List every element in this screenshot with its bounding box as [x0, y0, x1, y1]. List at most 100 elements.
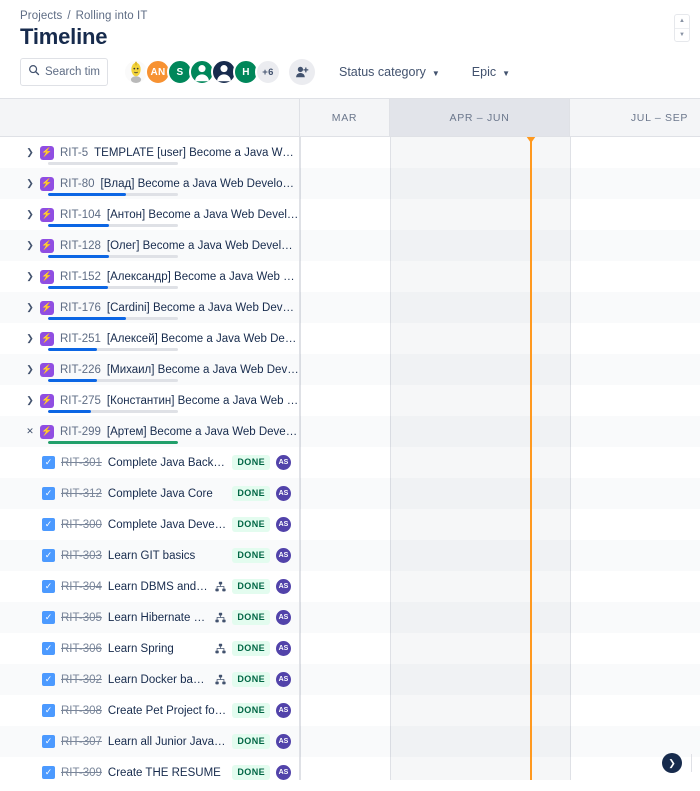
- assignee-avatar[interactable]: AS: [276, 765, 291, 780]
- expand-chevron-icon[interactable]: ❯: [24, 333, 36, 345]
- status-badge[interactable]: DONE: [232, 610, 270, 625]
- task-row-RIT-312[interactable]: ✓ RIT-312 Complete Java Core DONE AS: [0, 478, 300, 509]
- breadcrumb-project[interactable]: Rolling into IT: [76, 10, 148, 22]
- timeline-row-epic[interactable]: ❯ ⚡ RIT-251 [Алексей] Become a Java Web …: [0, 323, 700, 354]
- status-badge[interactable]: DONE: [232, 672, 270, 687]
- task-checkbox-checked-icon[interactable]: ✓: [42, 456, 55, 469]
- timeline-row-task[interactable]: ✓ RIT-306 Learn Spring DONE AS: [0, 633, 700, 664]
- task-key[interactable]: RIT-306: [61, 643, 102, 655]
- assignee-avatar[interactable]: AS: [276, 703, 291, 718]
- status-badge[interactable]: DONE: [232, 641, 270, 656]
- task-checkbox-checked-icon[interactable]: ✓: [42, 611, 55, 624]
- scroll-stepper[interactable]: ▲ ▼: [674, 14, 690, 42]
- search-input[interactable]: [45, 66, 100, 78]
- assignee-avatar[interactable]: AS: [276, 548, 291, 563]
- task-checkbox-checked-icon[interactable]: ✓: [42, 518, 55, 531]
- expand-chevron-icon[interactable]: ❯: [24, 147, 36, 159]
- epic-row-RIT-128[interactable]: ❯ ⚡ RIT-128 [Олег] Become a Java Web Dev…: [0, 230, 300, 261]
- epic-row-RIT-226[interactable]: ❯ ⚡ RIT-226 [Михаил] Become a Java Web D…: [0, 354, 300, 385]
- timeline-row-epic[interactable]: ❯ ⚡ RIT-5 TEMPLATE [user] Become a Java …: [0, 137, 700, 168]
- task-row-RIT-302[interactable]: ✓ RIT-302 Learn Docker basics DONE AS: [0, 664, 300, 695]
- status-badge[interactable]: DONE: [232, 703, 270, 718]
- expand-chevron-icon[interactable]: ❯: [24, 240, 36, 252]
- timeline-row-task[interactable]: ✓ RIT-308 Create Pet Project for presen...…: [0, 695, 700, 726]
- timeline-row-task[interactable]: ✓ RIT-304 Learn DBMS and SQL DONE AS: [0, 571, 700, 602]
- status-badge[interactable]: DONE: [232, 517, 270, 532]
- task-checkbox-checked-icon[interactable]: ✓: [42, 549, 55, 562]
- task-key[interactable]: RIT-303: [61, 550, 102, 562]
- task-row-RIT-300[interactable]: ✓ RIT-300 Complete Java Developer DONE AS: [0, 509, 300, 540]
- epic-row-RIT-176[interactable]: ❯ ⚡ RIT-176 [Cardini] Become a Java Web …: [0, 292, 300, 323]
- assignee-avatar[interactable]: AS: [276, 455, 291, 470]
- task-key[interactable]: RIT-307: [61, 736, 102, 748]
- task-checkbox-checked-icon[interactable]: ✓: [42, 487, 55, 500]
- expand-chevron-icon[interactable]: ❯: [24, 271, 36, 283]
- expand-chevron-icon[interactable]: ❯: [24, 395, 36, 407]
- status-badge[interactable]: DONE: [232, 486, 270, 501]
- timeline-row-epic[interactable]: ❯ ⚡ RIT-128 [Олег] Become a Java Web Dev…: [0, 230, 700, 261]
- epic-row-RIT-275[interactable]: ❯ ⚡ RIT-275 [Константин] Become a Java W…: [0, 385, 300, 416]
- epic-row-RIT-104[interactable]: ❯ ⚡ RIT-104 [Антон] Become a Java Web De…: [0, 199, 300, 230]
- epic-row-RIT-299[interactable]: ✕ ⚡ RIT-299 [Артем] Become a Java Web De…: [0, 416, 300, 447]
- task-row-RIT-301[interactable]: ✓ RIT-301 Complete Java Backend Dev... DONE…: [0, 447, 300, 478]
- epic-row-RIT-5[interactable]: ❯ ⚡ RIT-5 TEMPLATE [user] Become a Java …: [0, 137, 300, 168]
- task-checkbox-checked-icon[interactable]: ✓: [42, 580, 55, 593]
- timeline-row-epic[interactable]: ❯ ⚡ RIT-226 [Михаил] Become a Java Web D…: [0, 354, 700, 385]
- status-badge[interactable]: DONE: [232, 579, 270, 594]
- task-row-RIT-309[interactable]: ✓ RIT-309 Create THE RESUME DONE AS: [0, 757, 300, 780]
- task-row-RIT-304[interactable]: ✓ RIT-304 Learn DBMS and SQL DONE AS: [0, 571, 300, 602]
- task-checkbox-checked-icon[interactable]: ✓: [42, 704, 55, 717]
- task-row-RIT-303[interactable]: ✓ RIT-303 Learn GIT basics DONE AS: [0, 540, 300, 571]
- task-key[interactable]: RIT-304: [61, 581, 102, 593]
- task-row-RIT-307[interactable]: ✓ RIT-307 Learn all Junior Java Develop...…: [0, 726, 300, 757]
- task-key[interactable]: RIT-302: [61, 674, 102, 686]
- timeline-row-epic[interactable]: ✕ ⚡ RIT-299 [Артем] Become a Java Web De…: [0, 416, 700, 447]
- timeline-row-epic[interactable]: ❯ ⚡ RIT-152 [Александр] Become a Java We…: [0, 261, 700, 292]
- search-box[interactable]: [20, 58, 108, 86]
- expand-chevron-icon[interactable]: ❯: [24, 209, 36, 221]
- timeline-body[interactable]: ❯ ⚡ RIT-5 TEMPLATE [user] Become a Java …: [0, 137, 700, 780]
- stepper-down-icon[interactable]: ▼: [675, 27, 689, 42]
- epic-row-RIT-80[interactable]: ❯ ⚡ RIT-80 [Влад] Become a Java Web Deve…: [0, 168, 300, 199]
- assignee-avatar[interactable]: AS: [276, 610, 291, 625]
- task-key[interactable]: RIT-300: [61, 519, 102, 531]
- timeline-nav-controls[interactable]: ❯: [662, 753, 692, 773]
- status-badge[interactable]: DONE: [232, 734, 270, 749]
- assignee-avatar[interactable]: AS: [276, 517, 291, 532]
- assignee-avatar[interactable]: AS: [276, 672, 291, 687]
- assignee-avatar[interactable]: AS: [276, 579, 291, 594]
- timeline-row-task[interactable]: ✓ RIT-305 Learn Hibernate Basics DONE AS: [0, 602, 700, 633]
- timeline-row-epic[interactable]: ❯ ⚡ RIT-176 [Cardini] Become a Java Web …: [0, 292, 700, 323]
- task-checkbox-checked-icon[interactable]: ✓: [42, 735, 55, 748]
- status-badge[interactable]: DONE: [232, 455, 270, 470]
- filter-epic[interactable]: Epic ▼: [464, 58, 518, 86]
- task-row-RIT-308[interactable]: ✓ RIT-308 Create Pet Project for presen...…: [0, 695, 300, 726]
- timeline-row-task[interactable]: ✓ RIT-303 Learn GIT basics DONE AS: [0, 540, 700, 571]
- assignee-avatar[interactable]: AS: [276, 641, 291, 656]
- task-key[interactable]: RIT-308: [61, 705, 102, 717]
- task-row-RIT-306[interactable]: ✓ RIT-306 Learn Spring DONE AS: [0, 633, 300, 664]
- timeline-row-task[interactable]: ✓ RIT-300 Complete Java Developer DONE AS: [0, 509, 700, 540]
- expand-chevron-icon[interactable]: ❯: [24, 364, 36, 376]
- expand-chevron-icon[interactable]: ❯: [24, 178, 36, 190]
- collapse-chevron-icon[interactable]: ✕: [24, 426, 36, 438]
- epic-row-RIT-152[interactable]: ❯ ⚡ RIT-152 [Александр] Become a Java We…: [0, 261, 300, 292]
- timeline-row-task[interactable]: ✓ RIT-312 Complete Java Core DONE AS: [0, 478, 700, 509]
- expand-chevron-icon[interactable]: ❯: [24, 302, 36, 314]
- task-checkbox-checked-icon[interactable]: ✓: [42, 673, 55, 686]
- timeline-row-task[interactable]: ✓ RIT-302 Learn Docker basics DONE AS: [0, 664, 700, 695]
- task-checkbox-checked-icon[interactable]: ✓: [42, 766, 55, 779]
- breadcrumb-projects[interactable]: Projects: [20, 10, 62, 22]
- filter-status-category[interactable]: Status category ▼: [331, 58, 448, 86]
- task-key[interactable]: RIT-309: [61, 767, 102, 779]
- stepper-up-icon[interactable]: ▲: [675, 15, 689, 28]
- task-row-RIT-305[interactable]: ✓ RIT-305 Learn Hibernate Basics DONE AS: [0, 602, 300, 633]
- assignee-avatar[interactable]: AS: [276, 486, 291, 501]
- timeline-row-task[interactable]: ✓ RIT-309 Create THE RESUME DONE AS: [0, 757, 700, 780]
- task-key[interactable]: RIT-305: [61, 612, 102, 624]
- task-key[interactable]: RIT-312: [61, 488, 102, 500]
- timeline-row-task[interactable]: ✓ RIT-307 Learn all Junior Java Develop...…: [0, 726, 700, 757]
- timeline-row-task[interactable]: ✓ RIT-301 Complete Java Backend Dev... DONE…: [0, 447, 700, 478]
- status-badge[interactable]: DONE: [232, 548, 270, 563]
- epic-row-RIT-251[interactable]: ❯ ⚡ RIT-251 [Алексей] Become a Java Web …: [0, 323, 300, 354]
